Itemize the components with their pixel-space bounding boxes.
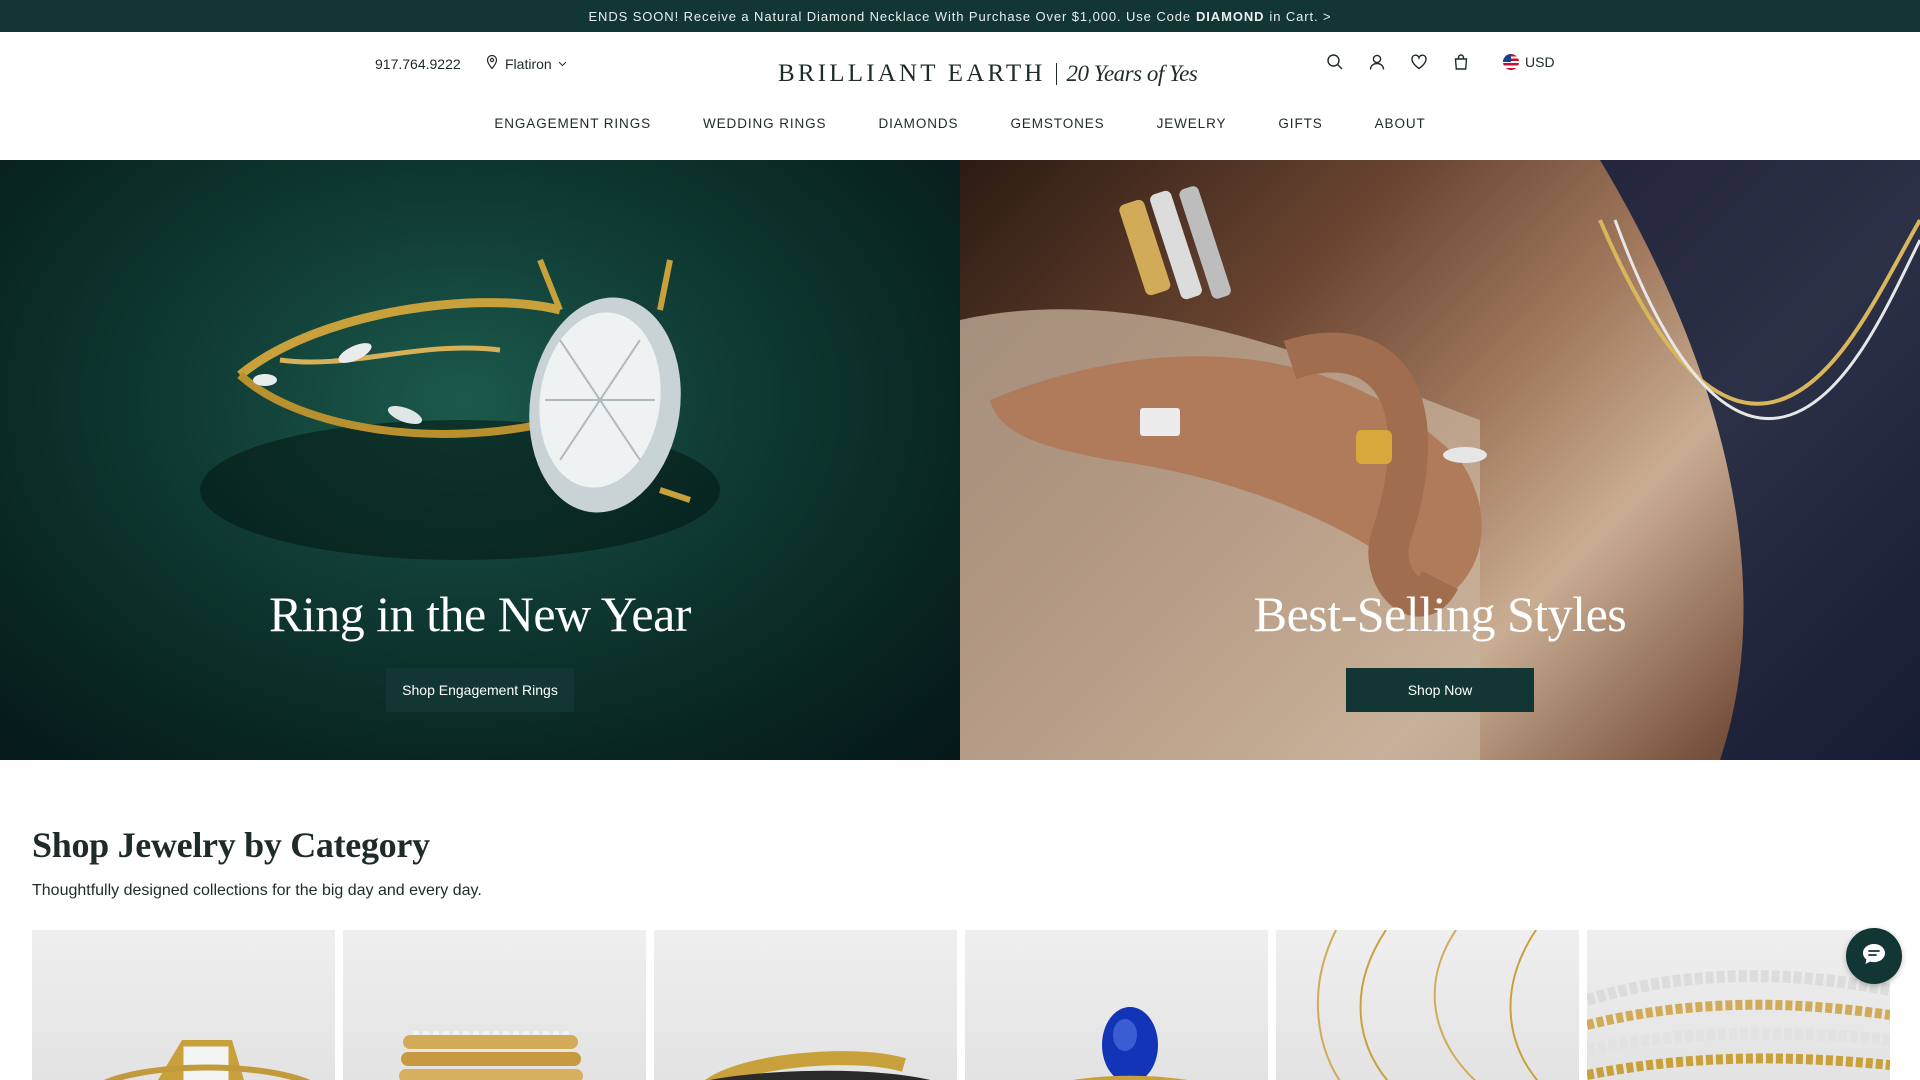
logo-tagline: 20 Years of Yes [1066,61,1198,86]
hero-right-title: Best-Selling Styles [1253,586,1627,642]
category-card-bracelets[interactable] [1587,930,1890,1080]
hero-engagement[interactable]: Ring in the New Year Shop Engagement Rin… [0,160,960,760]
section-title: Shop Jewelry by Category [32,825,430,865]
category-card-necklaces[interactable] [1276,930,1579,1080]
engagement-ring-image [104,1040,310,1080]
category-cards [32,930,1890,1080]
chat-icon [1860,940,1888,973]
bracelets-image [1587,970,1890,1080]
location-pin-icon [484,54,500,73]
promo-code: DIAMOND [1196,8,1265,24]
wishlist-icon[interactable] [1409,52,1429,72]
currency-selector[interactable]: USD [1503,54,1555,70]
category-card-engagement-rings[interactable] [32,930,335,1080]
account-icon[interactable] [1367,52,1387,72]
shop-engagement-rings-button[interactable]: Shop Engagement Rings [386,668,574,712]
nav-about[interactable]: ABOUT [1375,116,1426,131]
section-subtitle: Thoughtfully designed collections for th… [32,882,482,899]
promo-banner[interactable]: ENDS SOON! Receive a Natural Diamond Nec… [0,0,1920,32]
nav-gifts[interactable]: GIFTS [1278,116,1322,131]
currency-label: USD [1525,54,1555,70]
site-header: 917.764.9222 Flatiron BRILLIANT EARTH 20… [0,32,1920,160]
category-card-wedding-rings[interactable] [343,930,646,1080]
nav-wedding-rings[interactable]: WEDDING RINGS [703,116,826,131]
logo-wordmark: BRILLIANT EARTH [778,60,1046,87]
category-card-bands[interactable] [654,930,957,1080]
phone-link[interactable]: 917.764.9222 [375,56,461,72]
us-flag-icon [1503,54,1519,70]
nav-gemstones[interactable]: GEMSTONES [1010,116,1104,131]
header-actions: USD [1325,52,1555,72]
category-card-gemstones[interactable] [965,930,1268,1080]
necklaces-image [1316,930,1539,1080]
bands-image [705,1051,930,1080]
bag-icon[interactable] [1451,52,1471,72]
promo-text-end: in Cart. > [1269,8,1332,24]
nav-diamonds[interactable]: DIAMONDS [878,116,958,131]
store-selector[interactable]: Flatiron [484,54,568,73]
chevron-down-icon [557,56,568,72]
shop-now-button[interactable]: Shop Now [1346,668,1534,712]
logo-divider [1055,63,1057,85]
main-nav: ENGAGEMENT RINGS WEDDING RINGS DIAMONDS … [0,116,1920,131]
wedding-rings-image [399,1031,583,1080]
hero-left-title: Ring in the New Year [269,586,691,642]
nav-engagement-rings[interactable]: ENGAGEMENT RINGS [494,116,651,131]
search-icon[interactable] [1325,52,1345,72]
sapphire-ring-image [1073,1007,1187,1080]
store-name: Flatiron [505,55,552,72]
nav-jewelry[interactable]: JEWELRY [1157,116,1227,131]
promo-text: ENDS SOON! Receive a Natural Diamond Nec… [588,8,1191,24]
hero-best-sellers[interactable]: Best-Selling Styles Shop Now [960,160,1920,760]
brand-logo[interactable]: BRILLIANT EARTH 20 Years of Yes [778,60,1198,88]
chat-button[interactable] [1846,928,1902,984]
